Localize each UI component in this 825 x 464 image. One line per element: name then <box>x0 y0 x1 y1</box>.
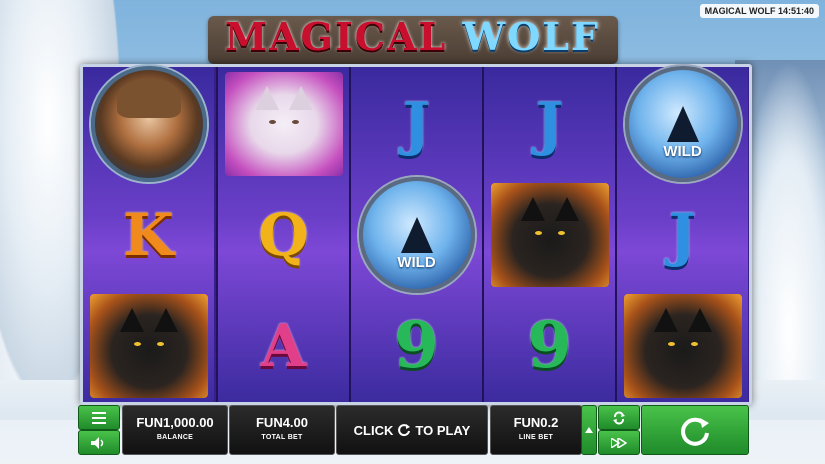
balance-display: FUN1,000.00 BALANCE <box>122 405 228 455</box>
line-bet-label: LINE BET <box>518 434 554 441</box>
symbol-cell: 9 <box>484 290 615 401</box>
huntress-symbol <box>90 65 207 182</box>
reel-4: J9 <box>482 67 615 402</box>
wolf-eye <box>534 230 542 235</box>
spin-button[interactable] <box>641 405 749 455</box>
white-wolf-symbol <box>224 71 343 176</box>
clock-label: MAGICAL WOLF 14:51:40 <box>699 4 819 18</box>
game-logo: MAGICAL WOLF <box>200 8 625 66</box>
symbol-cell <box>218 68 349 179</box>
howling-wolf-icon <box>400 216 433 253</box>
symbol-j: J <box>535 89 564 158</box>
symbol-9: 9 <box>527 308 572 383</box>
symbol-cell <box>484 179 615 290</box>
wolf-eye <box>690 341 698 346</box>
sound-button[interactable] <box>78 430 120 455</box>
logo-word-magical: MAGICAL <box>225 14 448 59</box>
reel-3: J WILD 9 <box>349 67 482 402</box>
wolf-eye <box>268 119 276 124</box>
symbol-cell: A <box>218 290 349 401</box>
symbol-k: K <box>123 200 174 269</box>
wolf-eye <box>667 341 675 346</box>
reel-1: K <box>83 65 214 402</box>
symbol-cell: Q <box>218 179 349 290</box>
symbol-q: Q <box>258 200 309 269</box>
reel-5: WILD J <box>615 65 748 402</box>
turbo-button[interactable] <box>598 430 640 455</box>
wolf-ear <box>119 307 144 332</box>
symbol-cell <box>617 290 748 401</box>
symbol-cell: K <box>83 179 214 290</box>
howling-wolf-icon <box>666 105 699 142</box>
wolf-eye <box>133 341 141 346</box>
control-bar: FUN1,000.00 BALANCE FUN4.00 TOTAL BET CL… <box>78 405 749 455</box>
wolf-eye <box>291 119 299 124</box>
symbol-cell: J <box>351 68 482 179</box>
line-bet-display[interactable]: FUN0.2 LINE BET <box>490 405 582 455</box>
black-wolf-symbol <box>89 293 208 398</box>
reel-2: QA <box>216 67 349 402</box>
symbol-cell: WILD <box>351 176 482 293</box>
wolf-ear <box>520 196 545 221</box>
symbol-cell: J <box>484 68 615 179</box>
symbol-cell: 9 <box>351 290 482 401</box>
wild-label: WILD <box>663 142 702 160</box>
logo-word-wolf: WOLF <box>462 14 600 59</box>
wild-symbol: WILD <box>624 65 741 182</box>
wolf-ear <box>687 307 712 332</box>
wolf-eye <box>557 230 565 235</box>
symbol-j: J <box>668 200 697 269</box>
wild-symbol: WILD <box>358 176 475 293</box>
symbol-cell <box>83 290 214 401</box>
symbol-cell <box>83 65 214 182</box>
line-bet-value: FUN0.2 <box>513 415 559 430</box>
menu-icon <box>92 411 106 424</box>
symbol-cell: J <box>617 179 748 290</box>
fast-forward-icon <box>611 437 627 448</box>
arrow-up-icon <box>585 427 593 433</box>
symbol-a: A <box>260 311 306 380</box>
balance-value: FUN1,000.00 <box>136 415 214 430</box>
wolf-ear <box>288 85 313 110</box>
wild-label: WILD <box>397 253 436 271</box>
autoplay-button[interactable] <box>598 405 640 430</box>
balance-label: BALANCE <box>156 434 194 441</box>
line-bet-up-button[interactable] <box>581 405 597 455</box>
refresh-icon <box>398 424 411 437</box>
play-text-a: CLICK <box>353 422 394 438</box>
wolf-ear <box>153 307 178 332</box>
play-text-b: TO PLAY <box>415 422 471 438</box>
black-wolf-symbol <box>623 293 742 398</box>
wolf-ear <box>653 307 678 332</box>
symbol-cell: WILD <box>617 65 748 182</box>
menu-button[interactable] <box>78 405 120 430</box>
total-bet-display[interactable]: FUN4.00 TOTAL BET <box>229 405 335 455</box>
click-to-play-button[interactable]: CLICK TO PLAY <box>336 405 488 455</box>
total-bet-value: FUN4.00 <box>255 415 309 430</box>
symbol-j: J <box>402 89 431 158</box>
wolf-ear <box>554 196 579 221</box>
speaker-icon <box>91 436 104 449</box>
spin-icon <box>681 417 709 446</box>
wolf-eye <box>156 341 164 346</box>
wolf-ear <box>254 85 279 110</box>
total-bet-label: TOTAL BET <box>261 434 303 441</box>
black-wolf-symbol <box>490 182 609 287</box>
repeat-icon <box>613 411 625 424</box>
symbol-9: 9 <box>394 308 439 383</box>
reel-area[interactable]: K Q A J WILD 9 J 9 WILD J <box>80 64 752 405</box>
wolf-hood-icon <box>116 77 181 118</box>
